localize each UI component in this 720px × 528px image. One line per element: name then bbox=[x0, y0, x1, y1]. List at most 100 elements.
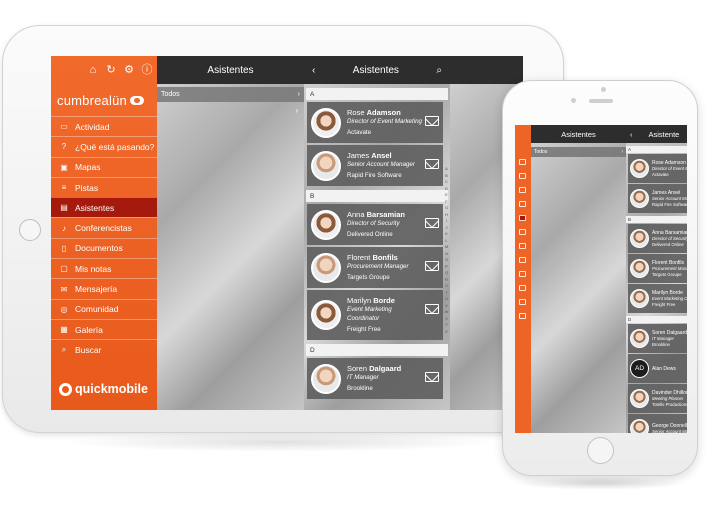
alphabet-letter[interactable]: W bbox=[444, 309, 449, 316]
attendee-name: Florent Bonfils bbox=[347, 253, 409, 262]
attendee-info: George DonnellySenior Account Manager bbox=[652, 423, 687, 434]
attendee-card[interactable]: AD Alan Dews bbox=[628, 354, 687, 383]
panel-title: Asistentes bbox=[207, 64, 254, 76]
alphabet-index[interactable]: ABCDEFGHIJKLMNOPQRSTUVWXYZ bbox=[444, 166, 449, 335]
attendee-card[interactable]: Rose AdamsonDirector of Event MarketingA… bbox=[628, 154, 687, 183]
back-arrow-icon[interactable]: ‹ bbox=[312, 65, 315, 76]
avatar bbox=[311, 150, 341, 181]
background-pattern bbox=[531, 143, 626, 433]
avatar bbox=[311, 209, 341, 240]
attendee-card[interactable]: Florent Bonfils Procurement Manager Targ… bbox=[307, 247, 443, 288]
refresh-icon[interactable]: ↻ bbox=[105, 64, 117, 76]
group-row-todos[interactable]: Todos › bbox=[531, 147, 626, 157]
attendee-name: Alan Dews bbox=[652, 365, 676, 372]
brand-cloud-icon bbox=[129, 95, 144, 105]
map-icon[interactable] bbox=[519, 187, 526, 193]
document-icon[interactable] bbox=[519, 243, 526, 249]
attendee-card[interactable]: Davinder Dhillon Meeting Planner Totello P… bbox=[628, 384, 687, 413]
panel-title: Asistente bbox=[648, 129, 680, 139]
phone-speaker bbox=[589, 99, 613, 103]
sidebar-item-mis-notas[interactable]: ▢ Mis notas bbox=[51, 258, 157, 278]
attendee-role: Meeting Planner bbox=[652, 395, 684, 401]
sidebar-item-mensajeria[interactable]: ✉ Mensajería bbox=[51, 278, 157, 298]
attendee-name: Anna Barsamian bbox=[347, 210, 405, 219]
first-name: James bbox=[347, 151, 370, 160]
notes-icon: ▢ bbox=[60, 264, 68, 274]
sidebar-item-documentos[interactable]: ▯ Documentos bbox=[51, 237, 157, 258]
mail-icon[interactable] bbox=[425, 304, 439, 314]
sidebar-item-buscar[interactable]: ⌕ Buscar bbox=[51, 339, 157, 359]
section-header-b: B bbox=[306, 190, 448, 202]
attendee-card[interactable]: Anna Barsamian Director of Security Deli… bbox=[307, 204, 443, 245]
attendee-info: Anna Barsamian Director of Security Delive… bbox=[652, 230, 687, 248]
mail-icon[interactable] bbox=[425, 116, 439, 126]
attendee-company: Actavate bbox=[347, 129, 372, 136]
sidebar-item-label: Galería bbox=[75, 324, 103, 335]
sidebar-item-que-esta-pasando[interactable]: ? ¿Qué está pasando? bbox=[51, 136, 157, 156]
attendee-card[interactable]: Marilyn BordeEvent Marketing Coordinator… bbox=[628, 284, 687, 313]
list-icon[interactable] bbox=[519, 201, 526, 207]
gear-icon[interactable]: ⚙ bbox=[123, 64, 135, 76]
sidebar-item-pistas[interactable]: ≡ Pistas bbox=[51, 176, 157, 197]
activity-icon[interactable] bbox=[519, 159, 526, 165]
question-icon[interactable] bbox=[519, 173, 526, 179]
alphabet-letter[interactable]: Z bbox=[444, 329, 449, 336]
phone-home-button[interactable] bbox=[587, 437, 614, 464]
message-icon[interactable] bbox=[519, 271, 526, 277]
attendee-card[interactable]: Florent BonfilsProcurement ManagerTarget… bbox=[628, 254, 687, 283]
panel-title: Asistentes bbox=[561, 129, 596, 139]
mail-icon[interactable] bbox=[425, 261, 439, 271]
attendee-info: Soren Dalgaard IT Manager Brookline bbox=[347, 364, 401, 393]
mail-icon[interactable] bbox=[425, 372, 439, 382]
attendee-company: Targets Groupe bbox=[347, 274, 390, 281]
microphone-icon: ♪ bbox=[62, 223, 66, 233]
sidebar-item-galeria[interactable]: ▦ Galería bbox=[51, 318, 157, 339]
attendee-name: Marilyn Borde bbox=[652, 289, 683, 296]
last-name: Bonfils bbox=[372, 253, 398, 262]
back-arrow-icon[interactable]: ‹ bbox=[630, 130, 633, 139]
sidebar-item-label: Mis notas bbox=[75, 263, 112, 274]
attendee-role: Event Marketing Coordinator bbox=[652, 295, 687, 301]
section-header-d: D bbox=[306, 344, 448, 356]
avatar bbox=[311, 363, 341, 394]
mail-icon[interactable] bbox=[425, 218, 439, 228]
sidebar-item-comunidad[interactable]: ◎ Comunidad bbox=[51, 298, 157, 319]
avatar bbox=[630, 389, 649, 408]
search-icon[interactable] bbox=[519, 313, 526, 319]
section-header-a: A bbox=[306, 88, 448, 100]
attendee-card[interactable]: George DonnellySenior Account Manager bbox=[628, 414, 687, 433]
map-icon: ▣ bbox=[60, 162, 68, 172]
attendee-company: Brookline bbox=[652, 341, 670, 347]
attendee-card[interactable]: Anna Barsamian Director of Security Delive… bbox=[628, 224, 687, 253]
sidebar: ⌂ ↻ ⚙ ⓘ cumbrealün ▭ Actividad ? ¿Qué está… bbox=[51, 56, 157, 410]
attendee-card[interactable]: James Ansel Senior Account Manager Rapid… bbox=[307, 145, 443, 186]
sidebar-item-actividad[interactable]: ▭ Actividad bbox=[51, 116, 157, 136]
attendee-card[interactable]: Rose Adamson Director of Event Marketing… bbox=[307, 102, 443, 143]
sidebar-item-label: Asistentes bbox=[75, 202, 115, 213]
attendee-name: Marilyn Borde bbox=[347, 296, 417, 305]
sidebar-item-asistentes[interactable]: ▤ Asistentes bbox=[51, 197, 157, 218]
search-icon[interactable]: ⌕ bbox=[436, 65, 442, 76]
last-name: Barsamian bbox=[366, 210, 405, 219]
notes-icon[interactable] bbox=[519, 257, 526, 263]
community-icon[interactable] bbox=[519, 285, 526, 291]
sidebar-item-conferencistas[interactable]: ♪ Conferencistas bbox=[51, 217, 157, 237]
first-name: Florent bbox=[347, 253, 371, 262]
section-header: D bbox=[626, 316, 687, 323]
attendee-card[interactable]: Soren Dalgaard IT Manager Brookline bbox=[628, 324, 687, 353]
microphone-icon[interactable] bbox=[519, 229, 526, 235]
attendee-role: Senior Account Manager bbox=[652, 195, 687, 201]
gallery-icon[interactable] bbox=[519, 299, 526, 305]
sidebar-item-mapas[interactable]: ▣ Mapas bbox=[51, 156, 157, 177]
background-pattern bbox=[157, 84, 304, 410]
attendee-info: Florent Bonfils Procurement Manager Targ… bbox=[347, 253, 409, 282]
mail-icon[interactable] bbox=[425, 159, 439, 169]
info-icon[interactable]: ⓘ bbox=[141, 64, 153, 76]
attendees-icon[interactable] bbox=[519, 215, 526, 221]
attendee-card[interactable]: James AnselSenior Account ManagerRapid F… bbox=[628, 184, 687, 213]
attendee-card[interactable]: Soren Dalgaard IT Manager Brookline bbox=[307, 358, 443, 399]
attendee-card[interactable]: Marilyn Borde Event Marketing Coordinato… bbox=[307, 290, 443, 340]
group-row-todos[interactable]: Todos › bbox=[157, 87, 304, 102]
attendee-name: Rose Adamson bbox=[347, 108, 422, 117]
home-icon[interactable]: ⌂ bbox=[87, 64, 99, 76]
